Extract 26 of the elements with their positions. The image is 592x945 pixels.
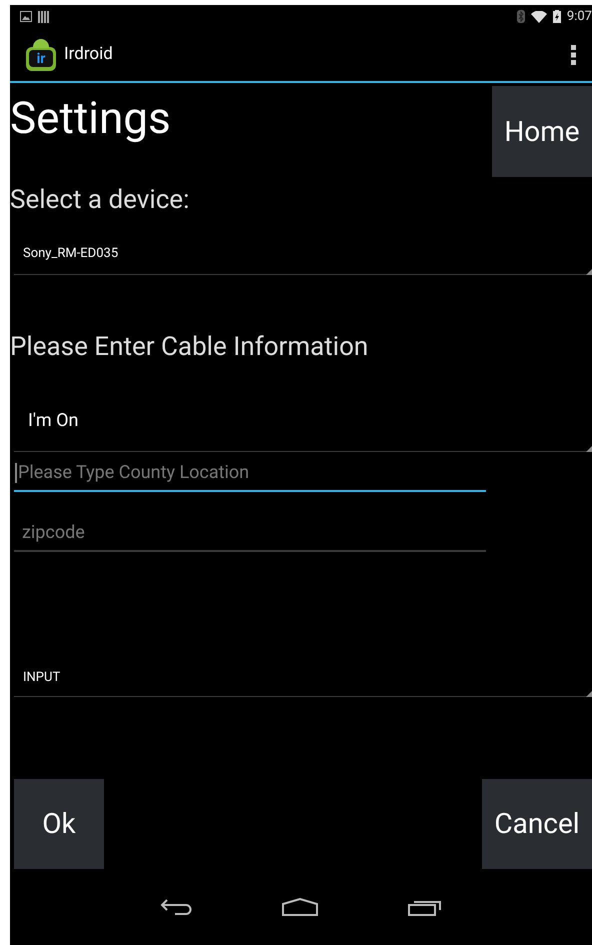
input-dropdown[interactable]: INPUT <box>14 660 588 697</box>
corner-triangle-icon <box>586 446 592 452</box>
picture-icon <box>20 11 32 22</box>
back-icon[interactable] <box>160 898 192 916</box>
corner-triangle-icon <box>586 691 592 697</box>
overflow-menu-icon[interactable] <box>571 44 576 64</box>
text-field[interactable]: zipcode <box>14 514 486 552</box>
ok-button[interactable]: Ok <box>14 779 104 869</box>
app-title: Irdroid <box>64 42 113 66</box>
barcode-icon <box>38 10 50 22</box>
text-cursor <box>15 463 17 483</box>
wifi-icon <box>530 10 547 22</box>
section-label: Select a device: <box>10 187 190 213</box>
battery-icon <box>552 10 561 23</box>
clock-time: 9:07 <box>566 8 592 26</box>
recent-apps-icon[interactable] <box>408 898 442 916</box>
device-dropdown[interactable]: Sony_RM-ED035 <box>14 233 588 275</box>
home-button[interactable]: Home <box>492 86 592 177</box>
home-icon[interactable] <box>282 898 318 916</box>
cancel-button[interactable]: Cancel <box>482 779 592 869</box>
text-field[interactable]: Please Type County Location <box>14 454 486 492</box>
corner-triangle-icon <box>586 269 592 275</box>
page-heading: Settings <box>10 96 171 140</box>
provider-dropdown[interactable]: I'm On <box>14 390 588 452</box>
section-label: Please Enter Cable Information <box>10 334 370 360</box>
bluetooth-icon <box>516 10 525 23</box>
